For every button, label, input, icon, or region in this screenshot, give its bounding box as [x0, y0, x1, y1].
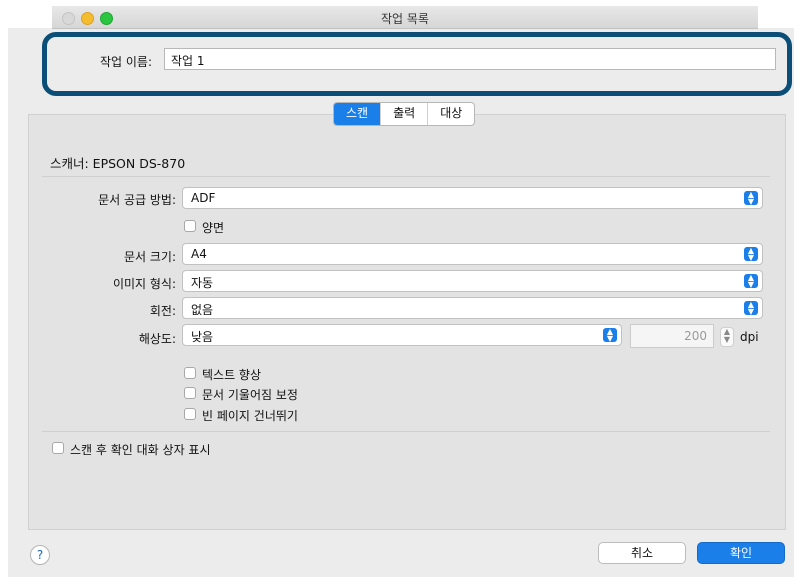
- skip-blank-checkbox[interactable]: [184, 408, 196, 420]
- duplex-checkbox[interactable]: [184, 220, 196, 232]
- image-type-select[interactable]: 자동 ▲ ▼: [182, 270, 763, 292]
- duplex-label: 양면: [202, 221, 225, 235]
- cancel-button[interactable]: 취소: [598, 542, 686, 564]
- job-name-label: 작업 이름:: [100, 55, 153, 69]
- tab-output[interactable]: 출력: [381, 103, 429, 125]
- chevron-updown-icon: ▲ ▼: [744, 247, 758, 262]
- text-enhance-label: 텍스트 향상: [202, 368, 262, 382]
- tab-scan[interactable]: 스캔: [334, 103, 382, 125]
- dpi-stepper[interactable]: ▲ ▼: [720, 327, 734, 347]
- dpi-unit-label: dpi: [740, 330, 759, 344]
- dpi-input[interactable]: 200: [630, 324, 714, 348]
- chevron-updown-icon: ▲ ▼: [744, 301, 758, 316]
- resolution-label: 해상도:: [138, 332, 176, 346]
- chevron-updown-icon: ▲ ▼: [744, 274, 758, 289]
- source-value: ADF: [191, 191, 216, 205]
- source-label: 문서 공급 방법:: [98, 193, 176, 207]
- scanner-name: 스캐너: EPSON DS-870: [50, 156, 186, 171]
- image-type-value: 자동: [191, 276, 214, 290]
- tab-destination[interactable]: 대상: [428, 103, 474, 125]
- size-value: A4: [191, 247, 207, 261]
- rotation-label: 회전:: [149, 304, 176, 318]
- tab-bar: 스캔 출력 대상: [333, 102, 476, 126]
- chevron-updown-icon: ▲ ▼: [603, 328, 617, 343]
- rotation-value: 없음: [191, 303, 214, 317]
- confirm-dialog-checkbox[interactable]: [52, 442, 64, 454]
- job-name-input[interactable]: 작업 1: [164, 48, 776, 70]
- ok-button[interactable]: 확인: [697, 542, 785, 564]
- size-select[interactable]: A4 ▲ ▼: [182, 243, 763, 265]
- text-enhance-checkbox[interactable]: [184, 367, 196, 379]
- skip-blank-label: 빈 페이지 건너뛰기: [202, 409, 298, 423]
- divider: [42, 176, 770, 177]
- rotation-select[interactable]: 없음 ▲ ▼: [182, 297, 763, 319]
- resolution-value: 낮음: [191, 330, 214, 344]
- chevron-updown-icon: ▲ ▼: [744, 191, 758, 206]
- title-bar: 작업 목록: [52, 6, 758, 29]
- confirm-dialog-label: 스캔 후 확인 대화 상자 표시: [70, 443, 211, 457]
- resolution-select[interactable]: 낮음 ▲ ▼: [182, 324, 622, 346]
- source-select[interactable]: ADF ▲ ▼: [182, 187, 763, 209]
- deskew-checkbox[interactable]: [184, 387, 196, 399]
- size-label: 문서 크기:: [123, 250, 176, 264]
- help-button[interactable]: ?: [30, 545, 50, 565]
- window-title: 작업 목록: [381, 12, 429, 26]
- image-type-label: 이미지 형식:: [112, 277, 176, 291]
- deskew-label: 문서 기울어짐 보정: [202, 388, 298, 402]
- divider: [42, 431, 770, 432]
